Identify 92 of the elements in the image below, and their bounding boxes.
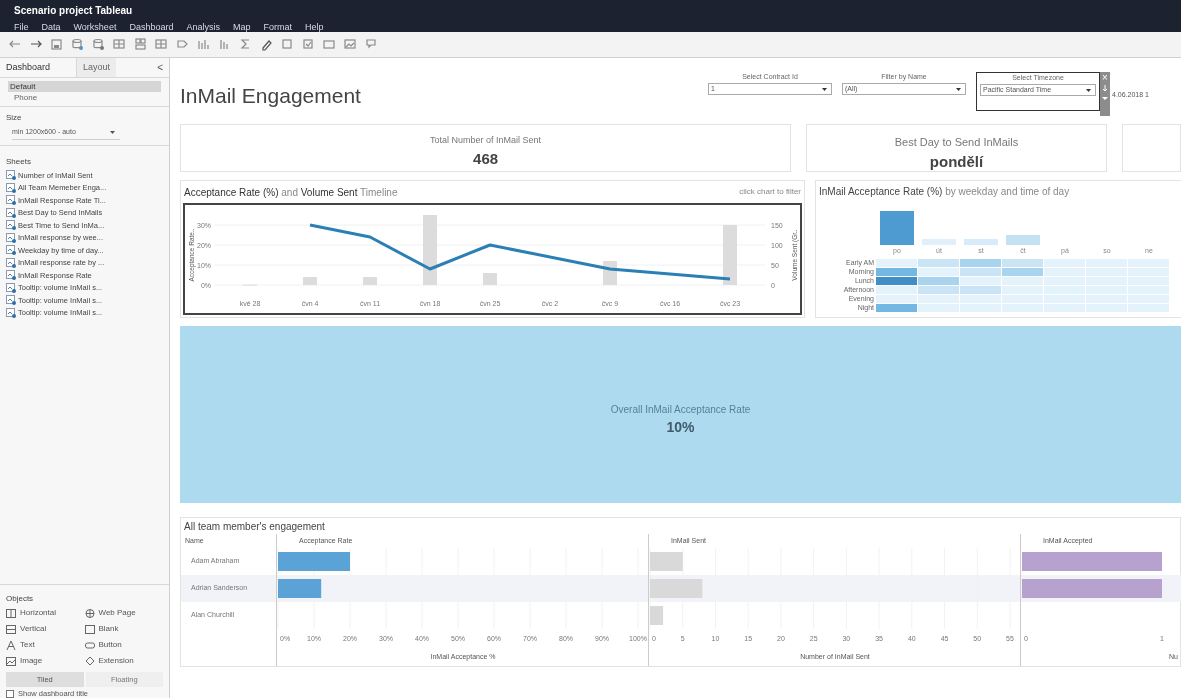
sheet-icon	[6, 170, 16, 181]
table-bar	[650, 552, 683, 571]
image-icon[interactable]	[344, 38, 357, 51]
checkbox[interactable]	[6, 689, 14, 698]
caret-icon	[1102, 97, 1108, 101]
sheet-icon	[6, 257, 16, 268]
kpi-label: Best Day to Send InMails	[894, 135, 1019, 150]
caret-icon	[956, 87, 961, 91]
collapse-button[interactable]: <	[157, 60, 163, 75]
object-item[interactable]: Extension	[98, 655, 134, 667]
volume-bar	[303, 277, 317, 285]
heatmap-bar	[922, 239, 956, 245]
sheet-icon	[6, 245, 16, 256]
frame-icon[interactable]	[323, 38, 336, 51]
menu-item[interactable]: Data	[41, 21, 61, 35]
panel-title: All team member's engagement	[183, 519, 326, 534]
volume-bar	[723, 225, 737, 285]
menu-item[interactable]: Format	[263, 21, 292, 35]
kpi-value: pondělí	[929, 151, 984, 172]
globe-icon	[84, 607, 95, 619]
caret-icon	[1086, 88, 1091, 92]
table-bar	[650, 579, 703, 598]
sheet-icon	[6, 207, 16, 218]
sheet-icon	[6, 295, 16, 306]
tab[interactable]: Layout	[76, 58, 117, 77]
pen-icon[interactable]	[260, 38, 273, 51]
object-item[interactable]: Button	[98, 639, 122, 651]
sheet-icon	[6, 232, 16, 243]
filter-hint: click chart to filter	[739, 186, 801, 198]
heatmap-bar	[880, 211, 914, 245]
panel-title: InMail Acceptance Rate (%) by weekday and time of day	[818, 185, 1071, 199]
section-label: Size	[6, 112, 23, 124]
database-icon[interactable]	[71, 38, 84, 51]
save-icon[interactable]	[50, 38, 63, 51]
section-label: Sheets	[6, 156, 32, 168]
blank-square-icon	[84, 623, 95, 635]
comment-icon[interactable]	[365, 38, 378, 51]
table-bar	[278, 552, 350, 571]
object-item[interactable]: Blank	[98, 623, 119, 635]
database-icon[interactable]	[92, 38, 105, 51]
sheet-icon	[6, 182, 16, 193]
volume-bar	[363, 277, 377, 285]
object-item[interactable]: Horizontal	[20, 607, 56, 619]
kpi-label: Overall InMail Acceptance Rate	[610, 402, 751, 417]
columns-icon	[6, 607, 16, 619]
sheet-icon[interactable]	[113, 38, 126, 51]
check-square-icon[interactable]	[302, 38, 315, 51]
caret-icon	[109, 130, 116, 135]
kpi-value: 10%	[666, 417, 695, 437]
object-item[interactable]: Image	[20, 655, 43, 667]
tag-icon[interactable]	[176, 38, 189, 51]
kpi-card	[1121, 124, 1181, 172]
menu-item[interactable]: Help	[304, 21, 324, 35]
heatmap-bar	[964, 239, 998, 245]
device-option[interactable]: Default	[8, 81, 161, 92]
button-shape-icon	[84, 639, 95, 651]
image-icon	[6, 655, 16, 667]
sheet-icon[interactable]	[155, 38, 168, 51]
sheet-icon	[6, 282, 16, 293]
menu-item[interactable]: Dashboard	[129, 21, 174, 35]
dashboard-title: InMail Engagement	[180, 83, 362, 109]
bar-chart-icon[interactable]	[197, 38, 210, 51]
window-title: Scenario project Tableau	[14, 4, 134, 18]
sheet-icon	[6, 220, 16, 231]
object-item[interactable]: Text	[20, 639, 35, 651]
table-bar	[278, 579, 322, 598]
panel-title: Acceptance Rate (%) and Volume Sent Timeline	[184, 185, 398, 200]
heatmap-bar	[1006, 235, 1040, 245]
sheet-icon	[6, 195, 16, 206]
object-item[interactable]: Vertical	[20, 623, 47, 635]
menu-item[interactable]: Analysis	[186, 21, 220, 35]
puzzle-icon	[84, 655, 95, 667]
object-item[interactable]: Web Page	[98, 607, 136, 619]
download-arrow-icon	[1102, 85, 1108, 92]
kpi-value: 468	[473, 148, 499, 169]
menu-item[interactable]: Map	[232, 21, 251, 35]
sheet-icon	[6, 307, 16, 318]
caret-icon	[822, 87, 827, 91]
letter-icon	[6, 639, 16, 651]
volume-bar	[423, 215, 437, 285]
device-option[interactable]: Phone	[8, 92, 161, 103]
square-icon[interactable]	[281, 38, 294, 51]
kpi-label: Total Number of InMail Sent	[430, 134, 542, 147]
sum-icon[interactable]	[239, 38, 252, 51]
rows-icon	[6, 623, 16, 635]
sheet-icon	[6, 270, 16, 281]
menu-item[interactable]: Worksheet	[73, 21, 117, 35]
menu-item[interactable]: File	[14, 21, 29, 35]
section-label: Objects	[6, 593, 35, 605]
volume-bar	[483, 273, 497, 285]
table-bar	[650, 606, 664, 625]
dashboard-icon[interactable]	[134, 38, 147, 51]
